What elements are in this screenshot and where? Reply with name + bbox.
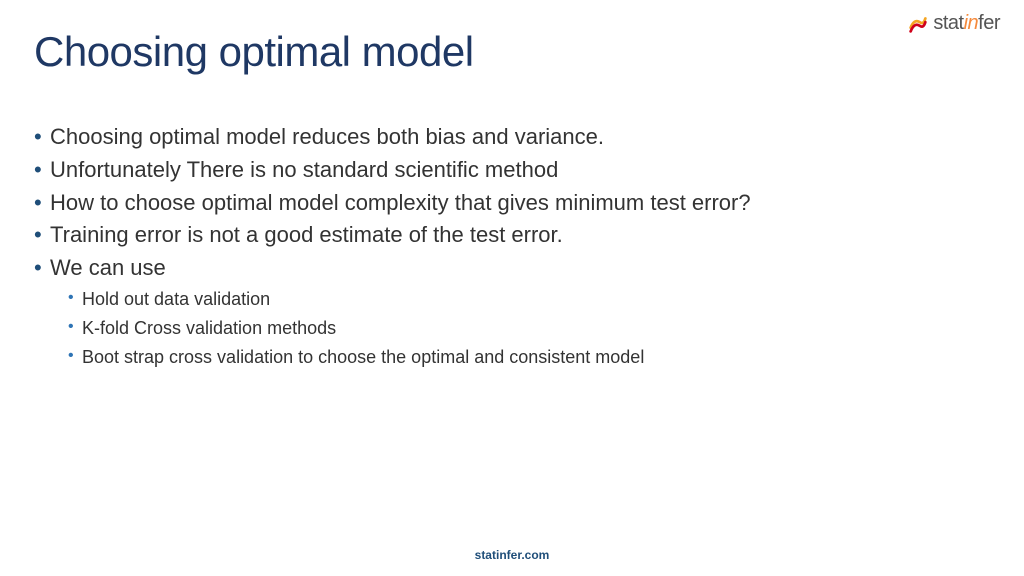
brand-logo: statinfer: [907, 12, 1000, 35]
bullet-text: We can use: [50, 255, 166, 280]
sub-bullet-item: Boot strap cross validation to choose th…: [50, 344, 990, 371]
bullet-item: Unfortunately There is no standard scien…: [34, 155, 990, 186]
bullet-item: Choosing optimal model reduces both bias…: [34, 122, 990, 153]
sub-bullet-item: K-fold Cross validation methods: [50, 315, 990, 342]
logo-text: statinfer: [933, 12, 1000, 35]
bullet-item: Training error is not a good estimate of…: [34, 220, 990, 251]
bullet-item: We can use Hold out data validation K-fo…: [34, 253, 990, 371]
bullet-item: How to choose optimal model complexity t…: [34, 188, 990, 219]
slide-title: Choosing optimal model: [34, 28, 474, 76]
logo-part-fer: fer: [978, 12, 1000, 34]
logo-part-in: in: [964, 12, 979, 34]
footer-text: statinfer.com: [0, 548, 1024, 562]
content-area: Choosing optimal model reduces both bias…: [34, 122, 990, 373]
logo-part-stat: stat: [933, 12, 963, 34]
main-bullet-list: Choosing optimal model reduces both bias…: [34, 122, 990, 371]
sub-bullet-item: Hold out data validation: [50, 286, 990, 313]
logo-icon: [907, 13, 929, 35]
sub-bullet-list: Hold out data validation K-fold Cross va…: [50, 286, 990, 371]
